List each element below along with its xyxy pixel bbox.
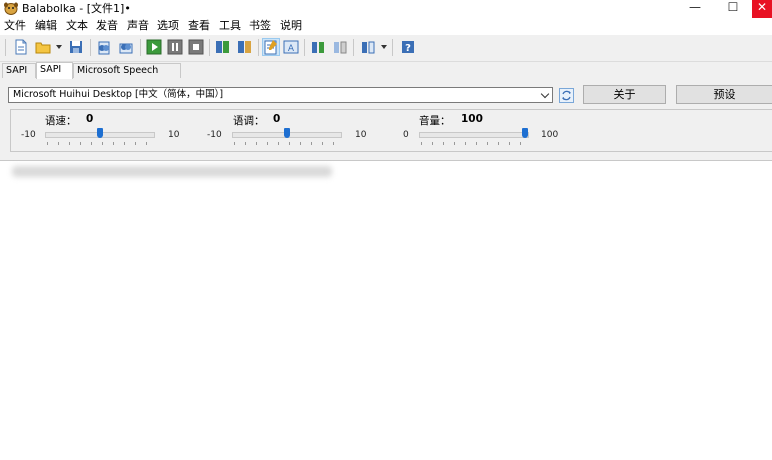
toolbar-separator <box>258 39 259 56</box>
volume-slider[interactable] <box>419 128 529 138</box>
text-editor[interactable] <box>0 160 772 460</box>
open-folder-icon[interactable] <box>35 39 51 55</box>
play-icon[interactable] <box>146 39 162 55</box>
menu-options[interactable]: 选项 <box>157 18 179 35</box>
toolbar-separator <box>140 39 141 56</box>
tab-sapi5[interactable]: SAPI 5 <box>36 62 73 89</box>
menu-bar: 文件 编辑 文本 发音 声音 选项 查看 工具 书签 说明 <box>0 18 772 35</box>
preset-button[interactable]: 预设 <box>676 85 772 104</box>
menu-file[interactable]: 文件 <box>4 18 26 35</box>
rate-value: 0 <box>86 113 94 125</box>
voice-parameters: 语速： 0 -10 10 语调： 0 -10 10 音量： 100 0 100 <box>10 109 772 152</box>
tab-microsoft-speech-platform[interactable]: Microsoft Speech Platform <box>73 63 181 90</box>
menu-voice[interactable]: 声音 <box>127 18 149 35</box>
engine-tabs: SAPI 4 SAPI 5 Microsoft Speech Platform <box>0 62 772 90</box>
menu-help[interactable]: 说明 <box>280 18 302 35</box>
window-title: Balabolka - [文件1]• <box>22 2 131 15</box>
toolbar: A ? <box>0 35 772 62</box>
volume-min: 0 <box>403 130 409 140</box>
refresh-voices-button[interactable] <box>559 88 574 103</box>
book-icon[interactable] <box>310 39 326 55</box>
toolbar-separator <box>353 39 354 56</box>
volume-value: 100 <box>461 113 483 125</box>
menu-bookmarks[interactable]: 书签 <box>249 18 271 35</box>
pitch-slider[interactable] <box>232 128 342 138</box>
svg-text:A: A <box>288 44 295 54</box>
close-button[interactable]: ✕ <box>752 0 772 18</box>
pitch-max: 10 <box>355 130 367 140</box>
pitch-value: 0 <box>273 113 281 125</box>
toolbar-separator <box>5 39 6 56</box>
stop-icon[interactable] <box>188 39 204 55</box>
menu-tools[interactable]: 工具 <box>219 18 241 35</box>
pitch-label: 语调： <box>233 115 265 127</box>
chevron-down-icon <box>540 89 550 99</box>
rate-max: 10 <box>168 130 180 140</box>
menu-pronunciation[interactable]: 发音 <box>96 18 118 35</box>
pitch-slider-thumb[interactable] <box>284 128 290 138</box>
title-bar: Balabolka - [文件1]• — ☐ ✕ <box>0 0 772 18</box>
maximize-button[interactable]: ☐ <box>714 0 752 18</box>
tab-sapi4[interactable]: SAPI 4 <box>2 63 36 90</box>
chevron-down-icon[interactable] <box>381 45 387 49</box>
voice-panel: Microsoft Huihui Desktop [中文（简体，中国）] 关于 … <box>0 79 772 159</box>
menu-view[interactable]: 查看 <box>188 18 210 35</box>
translate-icon[interactable]: A <box>283 39 299 55</box>
voice-select[interactable]: Microsoft Huihui Desktop [中文（简体，中国）] <box>8 87 553 103</box>
minimize-button[interactable]: — <box>676 0 714 18</box>
edit-text-icon[interactable] <box>262 38 280 56</box>
refresh-icon <box>562 90 571 101</box>
spellcheck-icon[interactable] <box>360 39 376 55</box>
voice-select-value: Microsoft Huihui Desktop [中文（简体，中国）] <box>13 89 224 100</box>
volume-label: 音量： <box>419 115 451 127</box>
toolbar-separator <box>392 39 393 56</box>
about-button[interactable]: 关于 <box>583 85 666 104</box>
save-icon[interactable] <box>68 39 84 55</box>
save-audio-icon[interactable] <box>215 39 231 55</box>
read-selection-icon[interactable] <box>118 39 134 55</box>
book-open-icon[interactable] <box>332 39 348 55</box>
help-icon[interactable]: ? <box>400 39 416 55</box>
svg-text:?: ? <box>405 43 411 54</box>
toolbar-separator <box>304 39 305 56</box>
rate-label: 语速： <box>45 115 77 127</box>
volume-ticks <box>421 142 531 145</box>
rate-ticks <box>47 142 157 145</box>
pitch-min: -10 <box>207 130 222 140</box>
toolbar-separator <box>90 39 91 56</box>
read-clipboard-icon[interactable] <box>96 39 112 55</box>
rate-slider-thumb[interactable] <box>97 128 103 138</box>
pitch-ticks <box>234 142 344 145</box>
volume-max: 100 <box>541 130 559 140</box>
blurred-text-line <box>12 166 332 177</box>
rate-slider[interactable] <box>45 128 155 138</box>
chevron-down-icon[interactable] <box>56 45 62 49</box>
rate-min: -10 <box>21 130 36 140</box>
volume-slider-thumb[interactable] <box>522 128 528 138</box>
balabolka-app-icon <box>4 2 18 15</box>
menu-text[interactable]: 文本 <box>66 18 88 35</box>
new-document-icon[interactable] <box>13 39 29 55</box>
toolbar-separator <box>209 39 210 56</box>
menu-edit[interactable]: 编辑 <box>35 18 57 35</box>
split-audio-icon[interactable] <box>237 39 253 55</box>
pause-icon[interactable] <box>167 39 183 55</box>
